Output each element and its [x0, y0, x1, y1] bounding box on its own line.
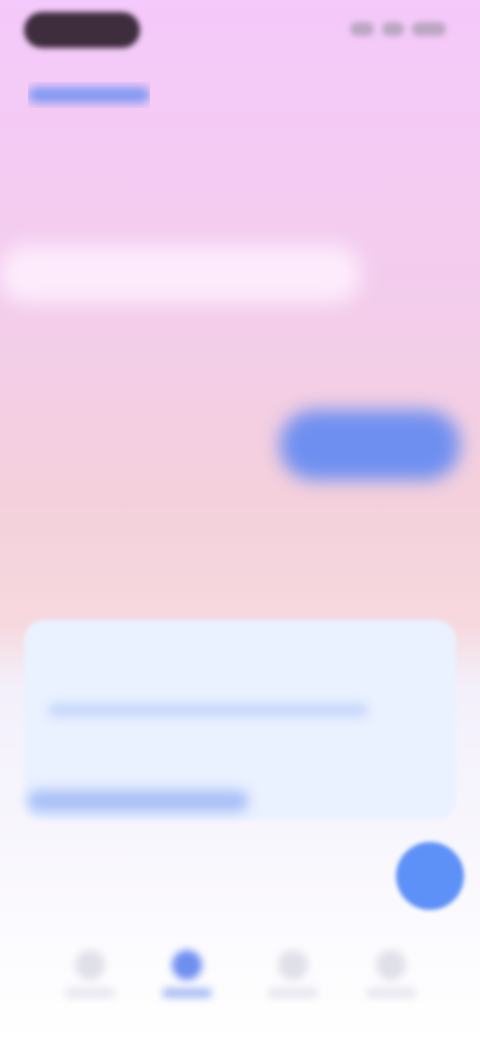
status-bar: [0, 0, 480, 60]
nav-item-label: [366, 988, 416, 998]
battery-icon: [412, 22, 446, 36]
nav-item-label: [65, 988, 115, 998]
circle-icon: [172, 950, 202, 980]
back-link-blur: [28, 87, 150, 103]
info-card-text: [48, 703, 368, 717]
nav-item-active[interactable]: [152, 950, 222, 1014]
nav-item-grid[interactable]: [258, 950, 328, 1014]
wifi-icon: [382, 22, 404, 36]
signal-icon: [350, 22, 374, 36]
back-link[interactable]: [28, 82, 150, 108]
grid-icon: [278, 950, 308, 980]
brand-wordmark: [280, 410, 460, 480]
nav-item-profile[interactable]: [356, 950, 426, 1014]
status-time-pill: [24, 12, 140, 48]
nav-item-label: [162, 988, 212, 998]
hero-headline-blur: [0, 245, 360, 303]
home-icon: [75, 950, 105, 980]
floating-action-button[interactable]: [396, 842, 464, 910]
brand-wordmark-blur: [280, 410, 460, 480]
nav-item-home[interactable]: [55, 950, 125, 1014]
info-card-link[interactable]: [28, 790, 248, 812]
status-icons: [350, 22, 446, 36]
person-icon: [376, 950, 406, 980]
nav-item-label: [268, 988, 318, 998]
bottom-nav: [0, 930, 480, 1040]
hero-headline: [0, 235, 360, 305]
